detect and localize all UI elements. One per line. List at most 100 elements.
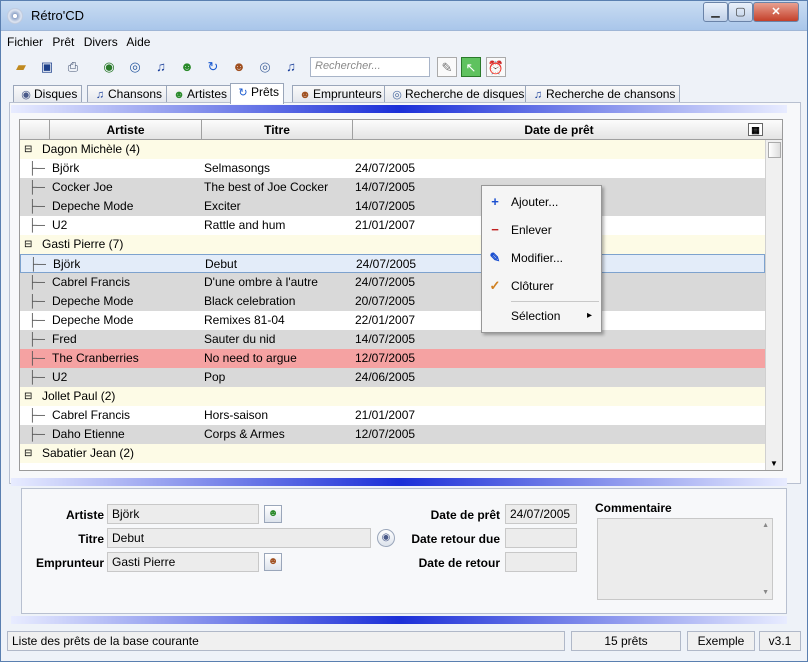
menu-aide[interactable]: Aide <box>126 35 150 49</box>
menu-fichier[interactable]: Fichier <box>7 35 43 49</box>
save-icon[interactable]: ▣ <box>37 57 57 77</box>
borrower-icon: ☻ <box>299 89 311 101</box>
tree-line: ├─ <box>28 313 46 327</box>
collapse-icon[interactable]: ⊟ <box>24 387 32 406</box>
table-row[interactable]: ├─ Cabrel Francis D'une ombre à l'autre 24/… <box>20 273 765 292</box>
context-selection-item[interactable]: Sélection ▸ <box>482 304 601 328</box>
table-row[interactable]: ├─ Depeche Mode Remixes 81-04 22/01/2007 <box>20 311 765 330</box>
add-disc-icon[interactable]: ◉ <box>99 57 119 77</box>
table-row[interactable]: ├─ U2 Rattle and hum 21/01/2007 <box>20 216 765 235</box>
table-row[interactable]: ├─ Daho Etienne Corps & Armes 12/07/2005 <box>20 425 765 444</box>
add-song-icon[interactable]: ♫ <box>151 57 171 77</box>
context-close-item[interactable]: ✓ Clôturer <box>482 274 601 298</box>
tree-line: ├─ <box>28 294 46 308</box>
table-row[interactable]: ├─ Depeche Mode Exciter 14/07/2005 <box>20 197 765 216</box>
tab-artistes[interactable]: ☻ Artistes <box>166 85 233 103</box>
menu-divers[interactable]: Divers <box>84 35 118 49</box>
header-titre[interactable]: Titre <box>202 120 353 140</box>
cell-title: D'une ombre à l'autre <box>204 275 318 289</box>
maximize-button[interactable]: ▢ <box>728 2 753 22</box>
app-window: Rétro'CD ▁ ▢ ✕ Fichier Prêt Divers Aide … <box>0 0 808 662</box>
add-loan-icon[interactable]: ↻ <box>203 57 223 77</box>
loan-date-field[interactable]: 24/07/2005 <box>505 504 577 524</box>
scroll-down-icon[interactable]: ▼ <box>770 459 778 468</box>
table-row[interactable]: ├─ Depeche Mode Black celebration 20/07/200… <box>20 292 765 311</box>
search-song-icon[interactable]: ♫ <box>281 57 301 77</box>
group-row[interactable]: ⊟ Gasti Pierre (7) <box>20 235 765 254</box>
grid-scrollbar[interactable]: ▼ <box>765 140 782 470</box>
artist-field[interactable]: Björk <box>107 504 259 524</box>
alarm-clock-icon[interactable]: ⏰ <box>486 57 506 77</box>
status-bar: Liste des prêts de la base courante 15 p… <box>7 631 803 651</box>
tree-line: ├─ <box>28 199 46 213</box>
header-date-pret[interactable]: Date de prêt <box>353 120 765 140</box>
table-row[interactable]: ├─ Fred Sauter du nid 14/07/2005 <box>20 330 765 349</box>
cell-date: 22/01/2007 <box>355 313 416 327</box>
tree-line: ├─ <box>28 218 46 232</box>
add-borrower-icon[interactable]: ☻ <box>229 57 249 77</box>
group-row[interactable]: ⊟ Sabatier Jean (2) <box>20 444 765 463</box>
loan-arrow-icon: ↻ <box>238 87 248 99</box>
search-song-icon: ♫ <box>533 89 543 101</box>
cell-artist: Björk <box>53 257 81 271</box>
eraser-icon[interactable]: ✎ <box>437 57 457 77</box>
search-disc-icon[interactable]: ◎ <box>255 57 275 77</box>
context-close-label: Clôturer <box>511 279 554 293</box>
cell-date: 24/07/2005 <box>356 257 417 271</box>
close-button[interactable]: ✕ <box>753 2 799 22</box>
column-chooser-icon[interactable]: ▦ <box>748 123 763 136</box>
context-edit-label: Modifier... <box>511 251 564 265</box>
print-icon[interactable]: ⎙ <box>63 57 83 77</box>
tab-recherche-chansons[interactable]: ♫ Recherche de chansons <box>525 85 681 103</box>
context-add-item[interactable]: + Ajouter... <box>482 190 601 214</box>
header-artiste[interactable]: Artiste <box>50 120 202 140</box>
tab-recherche-chansons-label: Recherche de chansons <box>546 87 676 101</box>
cell-artist: U2 <box>52 370 68 384</box>
group-row[interactable]: ⊟ Jollet Paul (2) <box>20 387 765 406</box>
table-row[interactable]: ├─ Björk Selmasongs 24/07/2005 <box>20 159 765 178</box>
comment-scroll-down-icon[interactable]: ▼ <box>762 589 769 596</box>
collapse-icon[interactable]: ⊟ <box>24 444 32 463</box>
open-folder-icon[interactable]: ▰ <box>11 57 31 77</box>
disc-icon[interactable]: ◉ <box>377 529 395 547</box>
tab-recherche-disques-label: Recherche de disques <box>405 87 525 101</box>
title-field[interactable]: Debut <box>107 528 371 548</box>
due-date-field[interactable] <box>505 528 577 548</box>
collapse-icon[interactable]: ⊟ <box>24 235 32 254</box>
cell-date: 14/07/2005 <box>355 199 416 213</box>
loans-grid[interactable]: Artiste Titre Date de prêt ▦ ⊟ Dagon Mich… <box>19 119 783 471</box>
context-edit-item[interactable]: ✎ Modifier... <box>482 246 601 270</box>
borrower-person-icon[interactable]: ☻ <box>264 553 282 571</box>
tab-chansons[interactable]: ♫ Chansons <box>87 85 168 103</box>
table-row[interactable]: ├─ The Cranberries No need to argue 12/07/2… <box>20 349 765 368</box>
group-label: Gasti Pierre (7) <box>42 237 124 251</box>
search-input[interactable]: Rechercher... <box>310 57 430 77</box>
minimize-button[interactable]: ▁ <box>703 2 728 22</box>
cell-date: 20/07/2005 <box>355 294 416 308</box>
scroll-thumb[interactable] <box>768 142 781 158</box>
artist-person-icon[interactable]: ☻ <box>264 505 282 523</box>
table-row[interactable]: ├─ Björk Debut 24/07/2005 <box>20 254 765 273</box>
search-disc-icon: ◎ <box>392 89 402 101</box>
tab-emprunteurs[interactable]: ☻ Emprunteurs <box>292 85 387 103</box>
tree-line: ├─ <box>28 180 46 194</box>
add-artist-icon[interactable]: ☻ <box>177 57 197 77</box>
menu-pret[interactable]: Prêt <box>52 35 74 49</box>
table-row[interactable]: ├─ Cocker Joe The best of Joe Cocker 14/07/… <box>20 178 765 197</box>
cell-artist: Depeche Mode <box>52 313 134 327</box>
add-disc-alt-icon[interactable]: ◎ <box>125 57 145 77</box>
return-date-field[interactable] <box>505 552 577 572</box>
go-arrow-icon[interactable]: ↖ <box>461 57 481 77</box>
context-remove-item[interactable]: − Enlever <box>482 218 601 242</box>
tab-prets[interactable]: ↻ Prêts <box>230 83 285 104</box>
tab-recherche-disques[interactable]: ◎ Recherche de disques <box>384 85 530 103</box>
table-row[interactable]: ├─ U2 Pop 24/06/2005 <box>20 368 765 387</box>
tab-bar: ◉ Disques ♫ Chansons ☻ Artistes ↻ Prêts ☻ Emp… <box>9 83 801 104</box>
group-row[interactable]: ⊟ Dagon Michèle (4) <box>20 140 765 159</box>
table-row[interactable]: ├─ Cabrel Francis Hors-saison 21/01/2007 <box>20 406 765 425</box>
borrower-field[interactable]: Gasti Pierre <box>107 552 259 572</box>
comment-scroll-up-icon[interactable]: ▲ <box>762 522 769 529</box>
tab-disques[interactable]: ◉ Disques <box>13 85 83 103</box>
comment-textarea[interactable]: ▲ ▼ <box>597 518 773 600</box>
collapse-icon[interactable]: ⊟ <box>24 140 32 159</box>
